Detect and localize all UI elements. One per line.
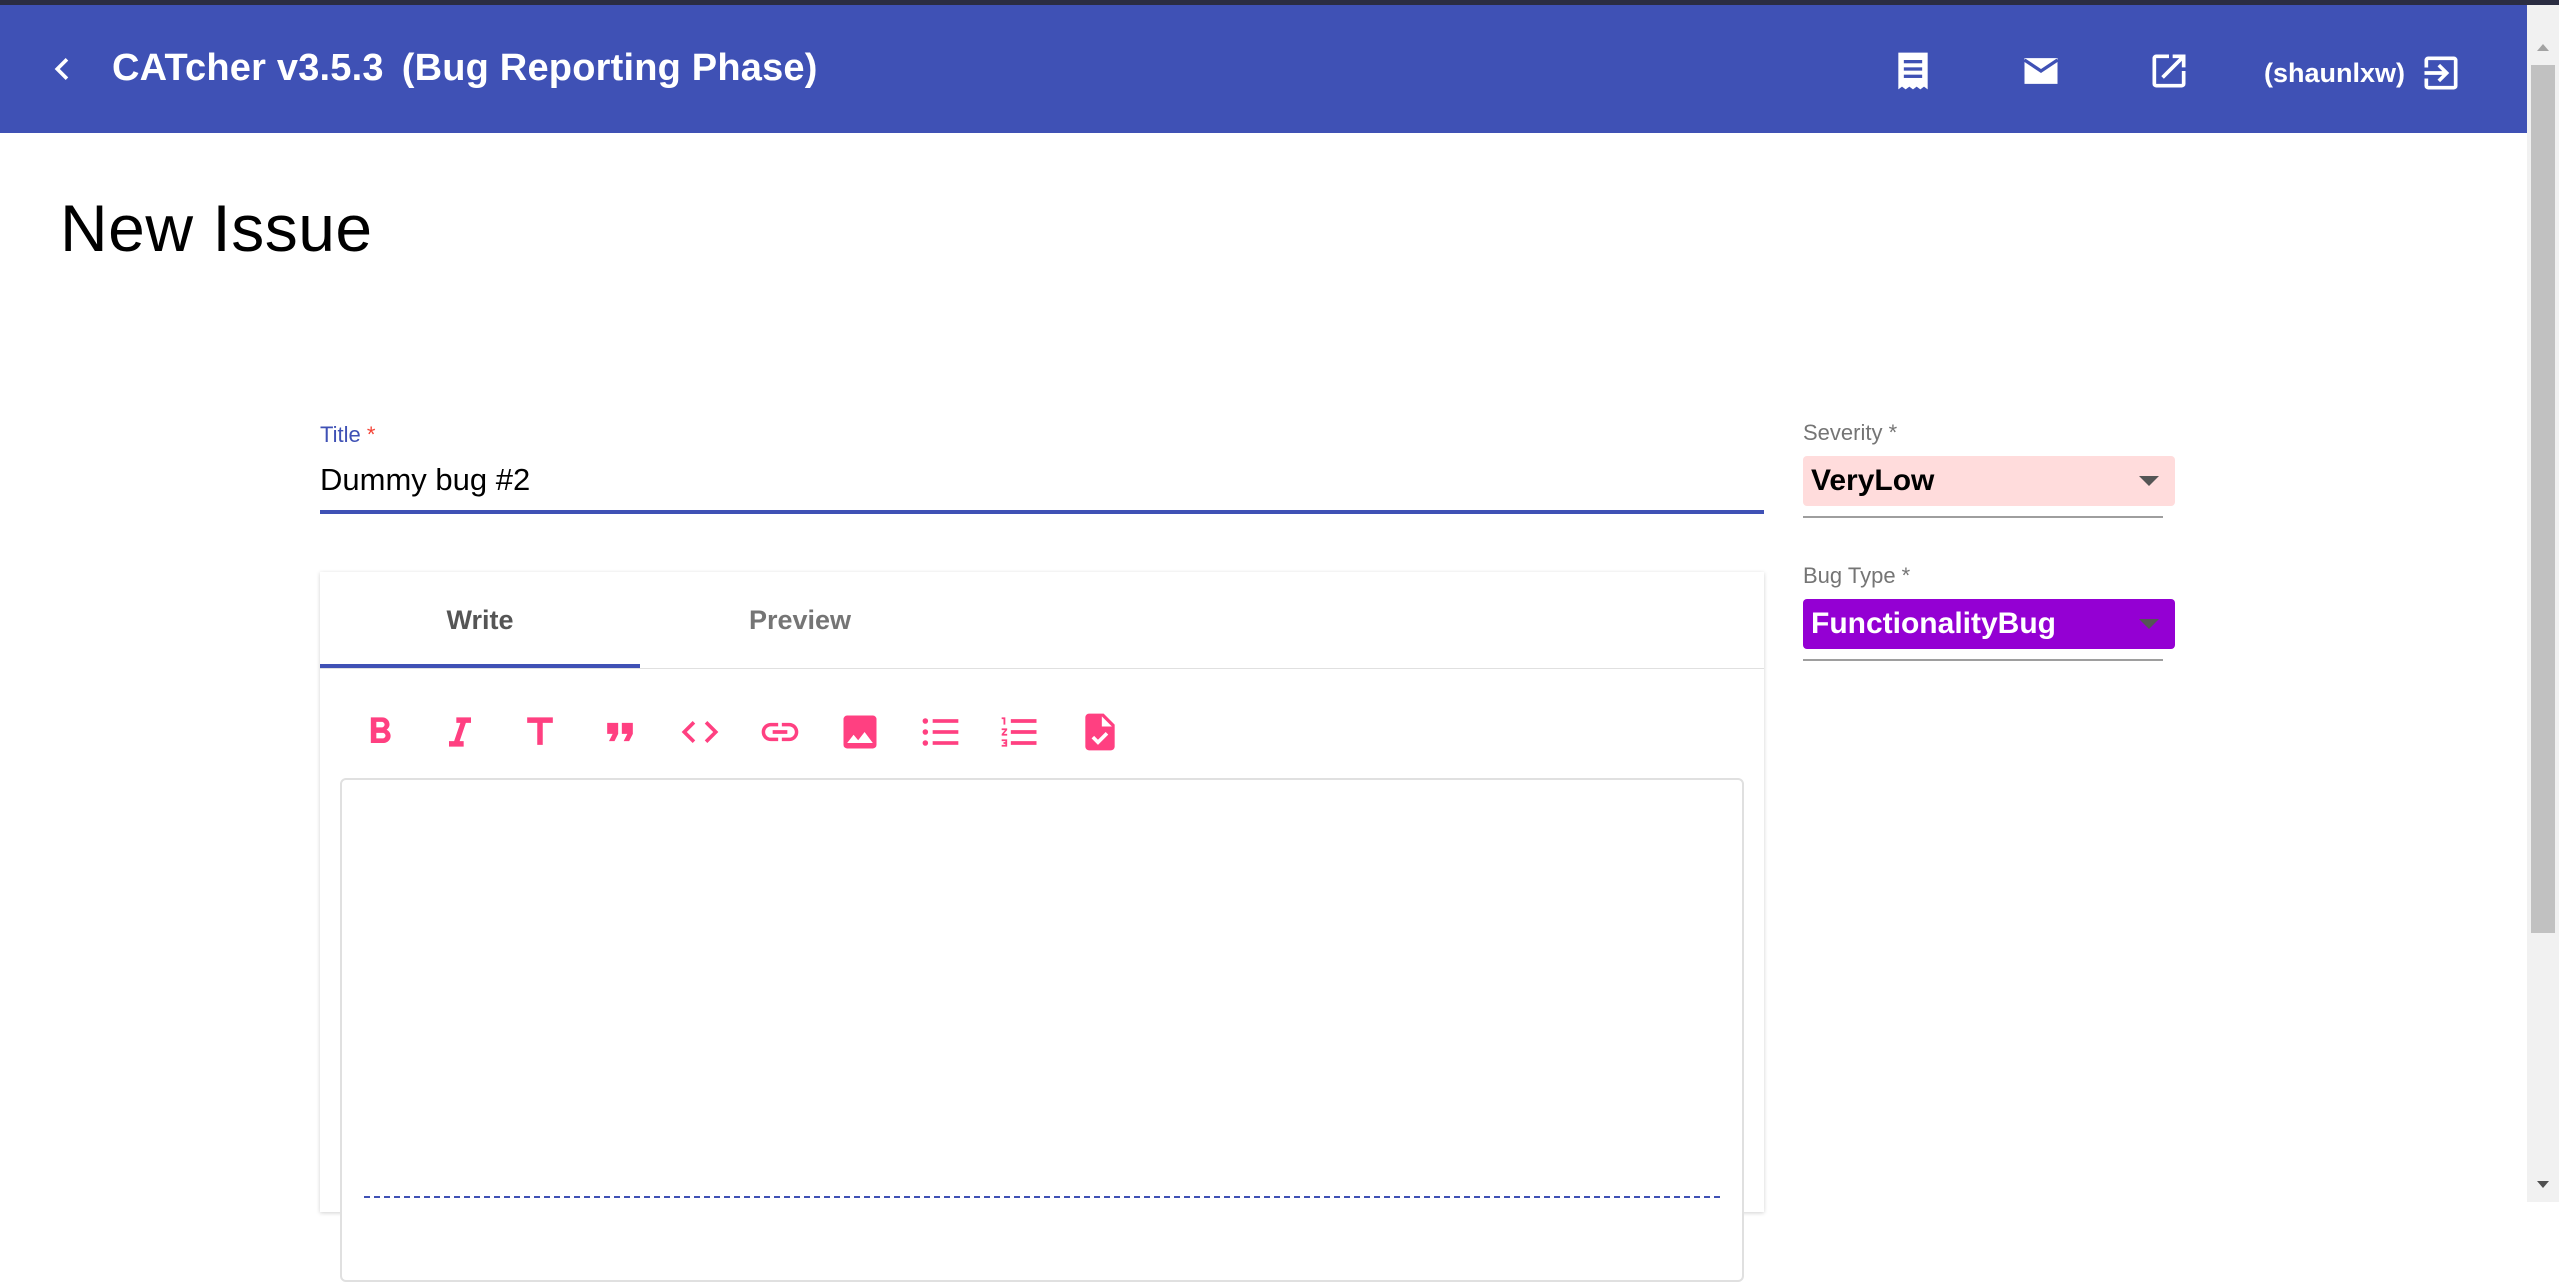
title-input[interactable]	[320, 458, 1764, 502]
quote-button[interactable]	[592, 704, 648, 760]
chevron-down-icon	[2139, 476, 2159, 486]
bug-type-value: FunctionalityBug	[1811, 607, 2056, 640]
quote-icon	[607, 722, 633, 742]
description-textarea[interactable]	[340, 778, 1744, 1282]
numbered-list-icon	[1001, 717, 1037, 747]
mail-icon	[2023, 58, 2059, 84]
link-icon	[761, 722, 799, 742]
tab-divider	[320, 668, 1764, 669]
description-editor: Write Preview	[320, 572, 1764, 1282]
receipt-button[interactable]	[1891, 49, 1935, 93]
image-button[interactable]	[832, 704, 888, 760]
bullet-list-button[interactable]	[912, 704, 968, 760]
code-button[interactable]	[672, 704, 728, 760]
scroll-up-arrow-icon	[2537, 44, 2549, 51]
app-toolbar: CATcher v3.5.3 (Bug Reporting Phase) (sha…	[0, 5, 2527, 133]
open-in-new-icon	[2152, 54, 2186, 88]
bug-type-label: Bug Type *	[1803, 563, 1911, 588]
receipt-icon	[1898, 52, 1928, 90]
app-phase: (Bug Reporting Phase)	[401, 47, 818, 89]
scroll-thumb[interactable]	[2531, 65, 2555, 933]
title-label: Title *	[320, 422, 375, 448]
scroll-down-button[interactable]	[2527, 1173, 2559, 1197]
severity-value: VeryLow	[1811, 464, 1935, 497]
app-name: CATcher v3.5.3	[112, 47, 384, 89]
page-title: New Issue	[60, 191, 373, 265]
bullet-list-icon	[922, 718, 959, 746]
open-in-new-button[interactable]	[2147, 49, 2191, 93]
back-arrow-icon	[54, 58, 69, 80]
attachment-dropzone-border	[364, 1196, 1720, 1198]
tab-write[interactable]: Write	[320, 572, 640, 668]
severity-label: Severity *	[1803, 420, 1898, 445]
bug-type-underline	[1803, 659, 2163, 661]
italic-button[interactable]	[432, 704, 488, 760]
heading-button[interactable]	[512, 704, 568, 760]
title-underline	[320, 510, 1764, 514]
image-icon	[843, 715, 877, 749]
task-list-button[interactable]	[1072, 704, 1128, 760]
scroll-down-arrow-icon	[2537, 1181, 2549, 1188]
tab-preview[interactable]: Preview	[640, 572, 960, 668]
severity-select[interactable]: VeryLow	[1803, 456, 2175, 506]
bold-button[interactable]	[352, 704, 408, 760]
logout-button[interactable]: (shaunlxw)	[2264, 51, 2463, 95]
required-mark: *	[366, 422, 376, 447]
bug-type-select[interactable]: FunctionalityBug	[1803, 599, 2175, 649]
vertical-scrollbar[interactable]	[2527, 5, 2559, 1202]
logout-icon	[2424, 56, 2458, 90]
heading-icon	[527, 717, 553, 745]
app-title: CATcher v3.5.3 (Bug Reporting Phase)	[112, 47, 818, 90]
task-list-icon	[1085, 713, 1115, 751]
tab-preview-label: Preview	[748, 604, 852, 635]
link-button[interactable]	[752, 704, 808, 760]
italic-icon	[449, 717, 471, 747]
scroll-up-button[interactable]	[2527, 35, 2559, 59]
bold-icon	[370, 717, 391, 743]
username-label: (shaunlxw)	[2264, 57, 2406, 88]
numbered-list-button[interactable]	[992, 704, 1048, 760]
title-field: Title *	[320, 418, 1764, 514]
severity-underline	[1803, 516, 2163, 518]
code-icon	[681, 721, 719, 743]
back-button[interactable]	[40, 45, 84, 93]
mail-button[interactable]	[2019, 49, 2063, 93]
title-label-text: Title	[320, 422, 361, 447]
tab-write-label: Write	[446, 604, 514, 635]
chevron-down-icon	[2139, 619, 2159, 629]
bug-type-field: Bug Type * FunctionalityBug	[1803, 563, 2177, 673]
severity-field: Severity * VeryLow	[1803, 420, 2177, 530]
